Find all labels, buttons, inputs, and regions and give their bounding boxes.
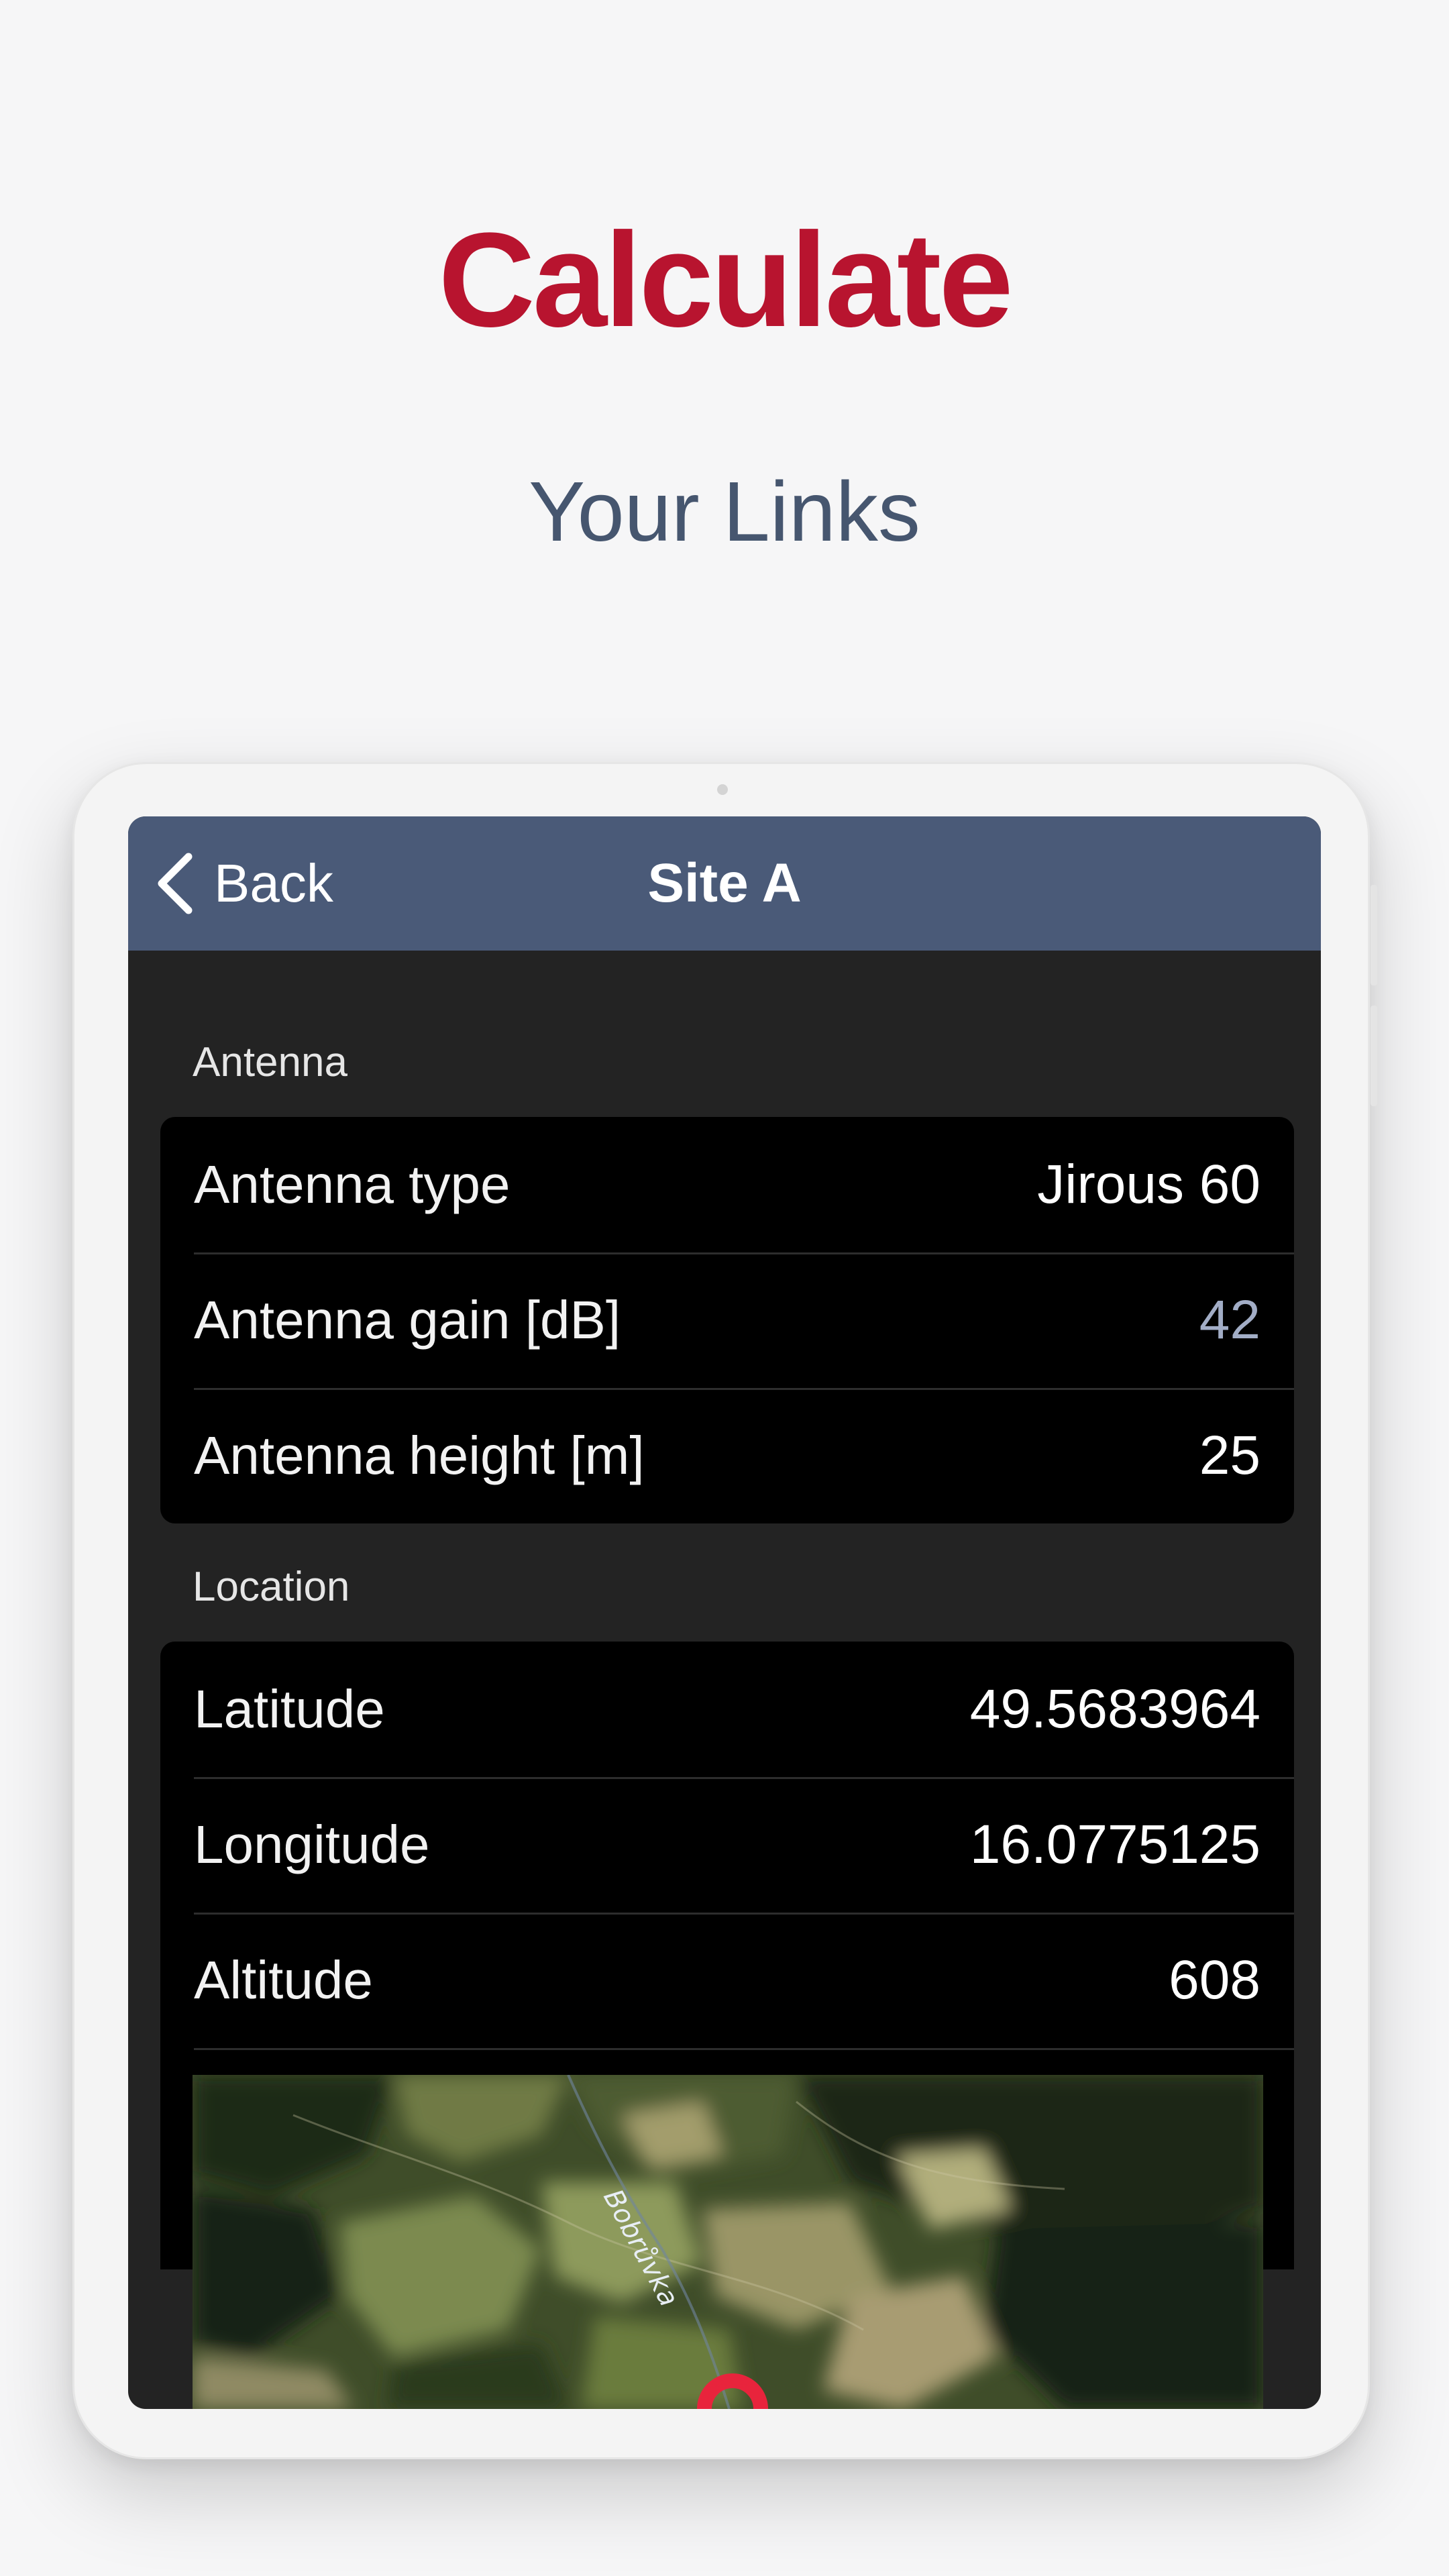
row-label: Latitude	[194, 1679, 385, 1739]
row-label: Longitude	[194, 1815, 430, 1874]
row-label: Antenna height [m]	[194, 1426, 645, 1485]
page-title: Site A	[647, 853, 802, 914]
antenna-type-value: Jirous 60	[1037, 1154, 1260, 1215]
row-label: Antenna type	[194, 1155, 511, 1214]
antenna-group: Antenna type Jirous 60 Antenna gain [dB]…	[160, 1117, 1294, 1523]
section-header-antenna: Antenna	[193, 1039, 347, 1085]
row-label: Antenna gain [dB]	[194, 1290, 621, 1350]
map-imagery: Bobrůvka	[193, 2075, 1263, 2409]
latitude-row[interactable]: Latitude 49.5683964	[160, 1642, 1294, 1777]
antenna-height-value: 25	[1199, 1425, 1260, 1486]
latitude-value: 49.5683964	[969, 1678, 1260, 1739]
volume-up-button-hw	[1371, 885, 1377, 985]
antenna-height-row[interactable]: Antenna height [m] 25	[160, 1388, 1294, 1523]
altitude-row[interactable]: Altitude 608	[160, 1913, 1294, 2048]
promo-subheadline: Your Links	[529, 464, 920, 559]
row-label: Altitude	[194, 1950, 373, 2010]
longitude-row[interactable]: Longitude 16.0775125	[160, 1777, 1294, 1913]
antenna-gain-value: 42	[1199, 1289, 1260, 1350]
navigation-bar: Back Site A	[128, 816, 1321, 951]
front-camera	[717, 784, 728, 795]
antenna-type-row[interactable]: Antenna type Jirous 60	[160, 1117, 1294, 1252]
altitude-value: 608	[1169, 1949, 1260, 2010]
promo-headline: Calculate	[438, 205, 1013, 355]
longitude-value: 16.0775125	[969, 1814, 1260, 1875]
section-header-location: Location	[193, 1564, 350, 1610]
tablet-device: Back Site A Antenna Antenna type Jirous …	[72, 762, 1377, 2459]
satellite-map[interactable]: Bobrůvka	[193, 2075, 1263, 2409]
antenna-gain-row[interactable]: Antenna gain [dB] 42	[160, 1252, 1294, 1388]
app-screen: Back Site A Antenna Antenna type Jirous …	[128, 816, 1321, 2409]
volume-down-button-hw	[1371, 1006, 1377, 1106]
